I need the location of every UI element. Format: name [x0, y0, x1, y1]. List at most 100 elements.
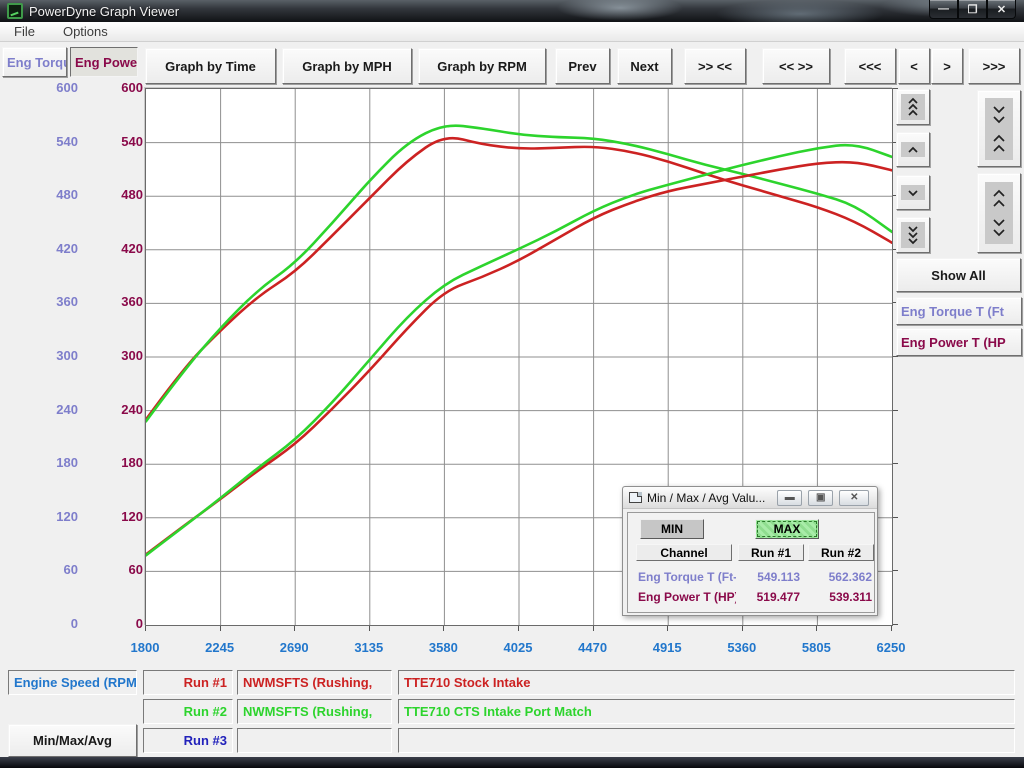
right-axis-tick — [893, 624, 898, 625]
power-axis-tick-label: 120 — [83, 509, 143, 524]
legend-torque-channel-button[interactable]: Eng Torque T (Ft — [896, 297, 1022, 325]
scroll-far-right-button[interactable]: >>> — [968, 48, 1020, 84]
menu-options[interactable]: Options — [49, 22, 122, 42]
power-axis-tick-label: 420 — [83, 241, 143, 256]
legend-power-channel-button[interactable]: Eng Power T (HP — [896, 328, 1022, 356]
rpm-axis-tick-label: 4470 — [561, 640, 625, 655]
power-axis-tick-label: 360 — [83, 294, 143, 309]
rpm-axis-tick-label: 5360 — [710, 640, 774, 655]
right-axis-tick — [893, 570, 898, 571]
scale-up-button[interactable] — [896, 132, 930, 167]
torque-axis-tick-label: 480 — [18, 187, 78, 202]
graph-by-time-button[interactable]: Graph by Time — [145, 48, 276, 84]
restore-icon[interactable]: ❐ — [958, 0, 987, 19]
power-axis-tick-label: 480 — [83, 187, 143, 202]
run3-label: Run #3 — [143, 728, 233, 753]
close-icon[interactable]: ✕ — [987, 0, 1016, 19]
scroll-far-left-button[interactable]: <<< — [844, 48, 896, 84]
run1-source[interactable]: NWMSFTS (Rushing, — [237, 670, 392, 695]
row-torque-run1-max: 549.113 — [738, 570, 800, 584]
graph-by-rpm-button[interactable]: Graph by RPM — [418, 48, 546, 84]
chevrons-diverge-icon — [985, 182, 1013, 244]
show-all-button[interactable]: Show All — [896, 258, 1021, 292]
col-header-run2[interactable]: Run #2 — [808, 544, 874, 561]
max-button[interactable]: MAX — [755, 519, 819, 539]
menu-bar: File Options — [0, 22, 1024, 42]
bottom-axis-tick — [220, 626, 221, 631]
scale-down-fast-button[interactable] — [896, 217, 930, 253]
chevrons-converge-icon — [985, 98, 1013, 160]
chevron-down-icon — [901, 185, 925, 200]
bottom-axis-tick — [294, 626, 295, 631]
compress-scale-button[interactable] — [977, 90, 1021, 167]
rpm-axis-tick-label: 2690 — [262, 640, 326, 655]
graph-by-mph-button[interactable]: Graph by MPH — [282, 48, 412, 84]
app-window: PowerDyne Graph Viewer — ❐ ✕ File Option… — [0, 0, 1024, 768]
x-channel-button[interactable]: Engine Speed (RPM) — [8, 670, 137, 695]
dialog-title-bar[interactable]: Min / Max / Avg Valu... ▬ ▣ ✕ — [623, 487, 877, 509]
power-axis-tick-label: 540 — [83, 134, 143, 149]
torque-axis-tick-label: 600 — [18, 80, 78, 95]
minmax-dialog[interactable]: Min / Max / Avg Valu... ▬ ▣ ✕ MIN MAX Ch… — [622, 486, 878, 616]
row-power-channel: Eng Power T (HP) — [638, 590, 736, 604]
zoom-in-button[interactable]: >> << — [684, 48, 746, 84]
bottom-axis-tick — [816, 626, 817, 631]
bottom-axis-tick — [593, 626, 594, 631]
power-axis-tick-label: 600 — [83, 80, 143, 95]
prev-button[interactable]: Prev — [555, 48, 610, 84]
row-power-run1-max: 519.477 — [738, 590, 800, 604]
row-torque-run2-max: 562.362 — [810, 570, 872, 584]
minmaxavg-button[interactable]: Min/Max/Avg — [8, 724, 137, 757]
dialog-form-icon — [629, 492, 642, 503]
bottom-axis-tick — [667, 626, 668, 631]
right-axis-tick — [893, 517, 898, 518]
bottom-axis-tick — [369, 626, 370, 631]
triple-chevron-down-icon — [901, 222, 925, 248]
power-axis-tick-label: 300 — [83, 348, 143, 363]
dialog-close-icon[interactable]: ✕ — [839, 490, 869, 506]
rpm-axis-tick-label: 6250 — [859, 640, 923, 655]
dialog-minimize-icon[interactable]: ▬ — [777, 490, 802, 506]
torque-channel-button[interactable]: Eng Torque T (Ft — [2, 47, 67, 77]
torque-axis-tick-label: 240 — [18, 402, 78, 417]
scroll-right-button[interactable]: > — [931, 48, 963, 84]
scale-down-button[interactable] — [896, 175, 930, 210]
rpm-axis-tick-label: 5805 — [784, 640, 848, 655]
right-axis-tick — [893, 356, 898, 357]
dialog-title: Min / Max / Avg Valu... — [647, 491, 765, 505]
torque-axis-tick-label: 420 — [18, 241, 78, 256]
next-button[interactable]: Next — [617, 48, 672, 84]
scroll-left-button[interactable]: < — [898, 48, 930, 84]
window-title: PowerDyne Graph Viewer — [29, 4, 179, 19]
power-axis-tick-label: 180 — [83, 455, 143, 470]
scale-up-fast-button[interactable] — [896, 89, 930, 125]
power-axis-tick-label: 60 — [83, 562, 143, 577]
window-bottom-border — [0, 757, 1024, 768]
run2-source[interactable]: NWMSFTS (Rushing, — [237, 699, 392, 724]
dialog-body: MIN MAX Channel Run #1 Run #2 Eng Torque… — [627, 512, 875, 613]
minimize-icon[interactable]: — — [929, 0, 958, 19]
torque-axis-tick-label: 180 — [18, 455, 78, 470]
row-power-run2-max: 539.311 — [810, 590, 872, 604]
min-button[interactable]: MIN — [640, 519, 704, 539]
zoom-out-button[interactable]: << >> — [762, 48, 830, 84]
menu-file[interactable]: File — [0, 22, 49, 42]
run3-comment[interactable] — [398, 728, 1015, 753]
power-channel-button[interactable]: Eng Power T (HP — [70, 47, 138, 77]
torque-axis-tick-label: 360 — [18, 294, 78, 309]
bottom-axis-tick — [145, 626, 146, 631]
run2-comment[interactable]: TTE710 CTS Intake Port Match — [398, 699, 1015, 724]
run1-comment[interactable]: TTE710 Stock Intake — [398, 670, 1015, 695]
rpm-axis-tick-label: 3135 — [337, 640, 401, 655]
dialog-restore-icon[interactable]: ▣ — [808, 490, 833, 506]
col-header-run1[interactable]: Run #1 — [738, 544, 804, 561]
rpm-axis-tick-label: 3580 — [411, 640, 475, 655]
power-axis-tick-label: 0 — [83, 616, 143, 631]
run3-source[interactable] — [237, 728, 392, 753]
title-bar[interactable]: PowerDyne Graph Viewer — ❐ ✕ — [0, 0, 1024, 22]
expand-scale-button[interactable] — [977, 173, 1021, 253]
col-header-channel[interactable]: Channel — [636, 544, 732, 561]
power-axis-tick-label: 240 — [83, 402, 143, 417]
bottom-axis-tick — [443, 626, 444, 631]
torque-axis-tick-label: 540 — [18, 134, 78, 149]
